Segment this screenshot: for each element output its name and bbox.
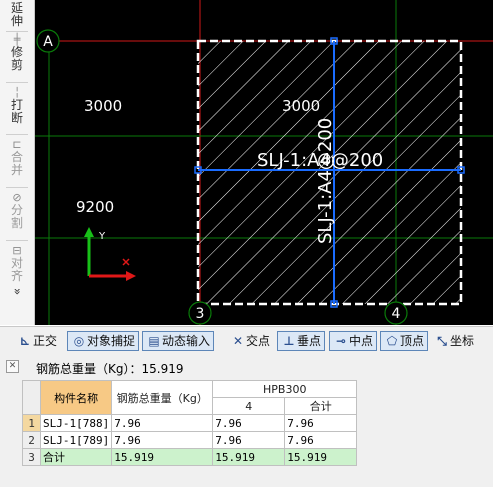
break-label: 打断	[10, 98, 23, 125]
header-total-weight: 钢筋总重量（Kg）	[111, 380, 214, 415]
dynamic-input-icon: ▤	[148, 334, 160, 348]
intersection-icon: ✕	[232, 334, 244, 348]
subtotal-cell: 15.919	[284, 448, 358, 466]
merge-icon: ⊏	[12, 138, 22, 151]
perpendicular-label: 垂点	[297, 334, 322, 348]
vertex-snap-toggle[interactable]: ⬠ 顶点	[380, 331, 429, 351]
axis-label-3: 3	[196, 306, 205, 322]
split-icon: ⊘	[12, 191, 22, 204]
total-weight-text: 钢筋总重量（Kg）：15.919	[36, 362, 184, 376]
table-row[interactable]: 2 SLJ-1[789] 7.96 7.96 7.96	[22, 431, 358, 449]
subtotal-cell: 7.96	[284, 431, 358, 449]
dimension-text-9200: 9200	[76, 198, 114, 216]
split-button[interactable]: ⊘ 分割	[3, 191, 31, 230]
break-icon: ╎	[13, 86, 21, 99]
vertex-label: 顶点	[400, 334, 425, 348]
ortho-icon: ⊾	[19, 334, 31, 348]
merge-button[interactable]: ⊏ 合并	[3, 138, 31, 177]
toolbar-separator	[6, 134, 28, 135]
row-number: 1	[22, 414, 41, 432]
modify-toolbar: 延伸 ╪ 修剪 ╎ 打断 ⊏ 合并 ⊘ 分割 ⊟ 对齐 »	[0, 0, 35, 325]
object-snap-label: 对象捕捉	[87, 334, 136, 348]
subtotal-cell: 7.96	[284, 414, 358, 432]
align-icon: ⊟	[12, 244, 22, 257]
midpoint-snap-toggle[interactable]: ⊸ 中点	[329, 331, 378, 351]
diameter-4-cell: 7.96	[212, 431, 286, 449]
axis-label-a: A	[43, 34, 53, 50]
ortho-label: 正交	[33, 334, 58, 348]
trim-button[interactable]: ╪ 修剪	[3, 33, 31, 72]
total-weight-cell: 7.96	[111, 414, 214, 432]
table-row-total[interactable]: 3 合计 15.919 15.919 15.919	[22, 448, 358, 466]
ortho-toggle[interactable]: ⊾ 正交	[14, 331, 60, 351]
split-label: 分割	[10, 203, 23, 230]
dimension-text-3000-left: 3000	[84, 97, 122, 115]
break-button[interactable]: ╎ 打断	[3, 86, 31, 125]
snap-toolbar: ⊾ 正交 ◎ 对象捕捉 ▤ 动态输入 ✕ 交点 ⊥ 垂点 ⊸ 中点 ⬠ 顶点 ⤡ 坐标	[0, 326, 493, 358]
axis-label-4: 4	[392, 306, 401, 322]
midpoint-icon: ⊸	[335, 334, 347, 348]
object-snap-toggle[interactable]: ◎ 对象捕捉	[67, 331, 140, 351]
extend-label: 延伸	[10, 1, 23, 28]
row-number: 3	[22, 448, 41, 466]
toolbar-separator	[6, 31, 28, 32]
component-name: 合计	[39, 448, 113, 466]
midpoint-label: 中点	[349, 334, 374, 348]
coordinate-snap-toggle[interactable]: ⤡ 坐标	[431, 331, 477, 351]
component-name: SLJ-1[788]	[39, 414, 113, 432]
header-hpb300: HPB300	[212, 380, 358, 398]
table-row[interactable]: 1 SLJ-1[788] 7.96 7.96 7.96	[22, 414, 358, 432]
trim-label: 修剪	[10, 45, 23, 72]
ucs-x-mark-icon	[122, 258, 130, 266]
dimension-text-3000-right: 3000	[282, 97, 320, 115]
coordinate-label: 坐标	[450, 334, 475, 348]
object-snap-icon: ◎	[73, 334, 85, 348]
rebar-weight-table: 构件名称 钢筋总重量（Kg） HPB300 4 合计 1 SLJ-1[788] …	[22, 380, 358, 466]
table-header-row: 构件名称 钢筋总重量（Kg） HPB300	[22, 380, 358, 415]
drawing-svg: A 3 4 3000 3000 9200 SLJ-1:A4@200 SLJ-1:…	[35, 0, 493, 325]
drawing-canvas[interactable]: A 3 4 3000 3000 9200 SLJ-1:A4@200 SLJ-1:…	[35, 0, 493, 325]
toolbar-separator	[6, 82, 28, 83]
diameter-4-cell: 7.96	[212, 414, 286, 432]
total-weight-cell: 15.919	[111, 448, 214, 466]
toolbar-separator	[6, 240, 28, 241]
ucs-x-arrow-icon	[126, 271, 136, 281]
more-chevron-icon: »	[10, 287, 25, 296]
ucs-y-arrow-icon	[84, 227, 94, 237]
panel-close-button[interactable]: ✕	[6, 360, 19, 373]
coordinate-icon: ⤡	[437, 334, 447, 348]
extend-button[interactable]: 延伸	[3, 2, 31, 28]
perpendicular-icon: ⊥	[283, 334, 295, 348]
toolbar-separator	[6, 187, 28, 188]
merge-label: 合并	[10, 150, 23, 177]
component-name: SLJ-1[789]	[39, 431, 113, 449]
dynamic-input-label: 动态输入	[162, 334, 211, 348]
header-diameter-4: 4	[212, 397, 286, 415]
intersection-label: 交点	[246, 334, 271, 348]
perpendicular-snap-toggle[interactable]: ⊥ 垂点	[277, 331, 326, 351]
trim-icon: ╪	[13, 33, 21, 46]
diameter-4-cell: 15.919	[212, 448, 286, 466]
header-component-name: 构件名称	[39, 380, 113, 415]
ucs-y-label: Y	[98, 231, 106, 242]
row-number: 2	[22, 431, 41, 449]
dynamic-input-toggle[interactable]: ▤ 动态输入	[142, 331, 215, 351]
rebar-label-vertical: SLJ-1:A4@200	[315, 118, 336, 244]
intersection-snap-toggle[interactable]: ✕ 交点	[227, 331, 273, 351]
more-tools-button[interactable]: »	[10, 278, 25, 306]
vertex-icon: ⬠	[386, 334, 398, 348]
row-number-header	[22, 380, 41, 415]
rebar-info-panel: ✕ 钢筋总重量（Kg）：15.919 构件名称 钢筋总重量（Kg） HPB300…	[0, 357, 493, 487]
total-weight-cell: 7.96	[111, 431, 214, 449]
header-subtotal: 合计	[284, 397, 358, 415]
